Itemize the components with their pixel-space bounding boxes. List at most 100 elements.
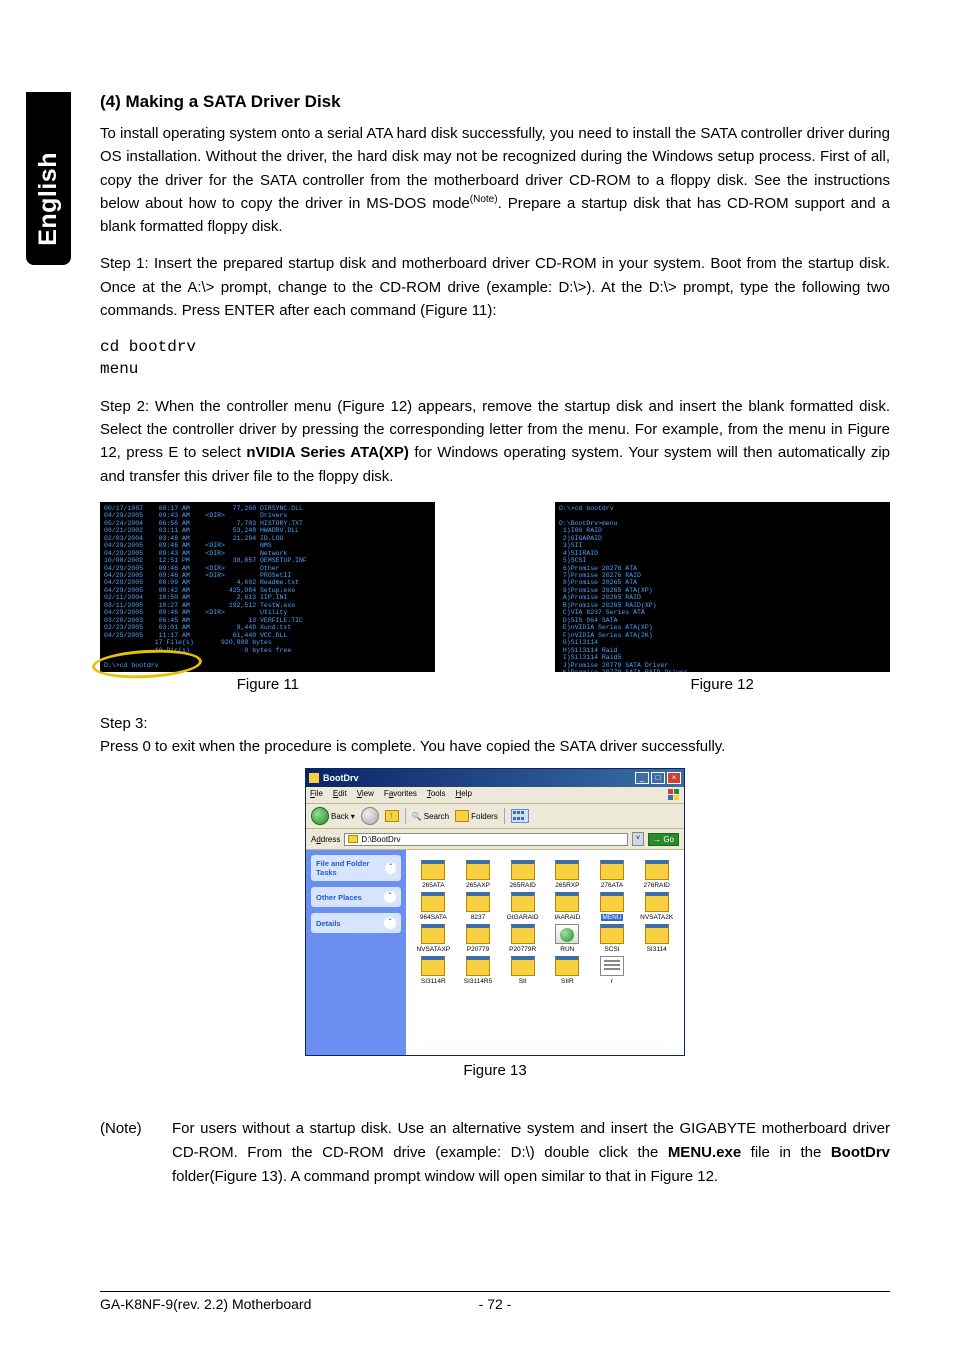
- file-item-265raid[interactable]: 265RAID: [501, 860, 544, 889]
- file-item-265axp[interactable]: 265AXP: [457, 860, 500, 889]
- file-item-8237[interactable]: 8237: [457, 892, 500, 921]
- file-item-276raid[interactable]: 276RAID: [635, 860, 678, 889]
- address-dropdown[interactable]: ˅: [632, 832, 644, 846]
- sidebar-panel-tasks[interactable]: File and Folder Tasksˇ: [311, 855, 401, 881]
- file-item-si3114r5[interactable]: SI3114R5: [457, 956, 500, 985]
- file-label: SI3114R: [421, 978, 446, 985]
- file-item-si3114r[interactable]: SI3114R: [412, 956, 455, 985]
- bold-bootdrv: BootDrv: [831, 1144, 890, 1161]
- folder-icon: [466, 860, 490, 880]
- go-button[interactable]: → Go: [648, 833, 679, 846]
- file-item-si3114[interactable]: SI3114: [635, 924, 678, 953]
- file-item-p20779[interactable]: P20779: [457, 924, 500, 953]
- explorer-body: File and Folder Tasksˇ Other Placesˇ Det…: [306, 850, 684, 1055]
- file-label: MENU: [601, 914, 622, 921]
- folder-icon: [645, 860, 669, 880]
- text-file-icon: [600, 956, 624, 976]
- menu-edit[interactable]: Edit: [333, 789, 347, 801]
- chevron-icon: ˇ: [385, 862, 396, 874]
- address-input[interactable]: D:\BootDrv: [344, 833, 628, 846]
- sidebar-panel-details[interactable]: Detailsˇ: [311, 913, 401, 933]
- menu-tools[interactable]: Tools: [427, 789, 446, 801]
- file-item-siir[interactable]: SIIR: [546, 956, 589, 985]
- page-footer: GA-K8NF-9(rev. 2.2) Motherboard - 72 -: [100, 1291, 890, 1312]
- close-button[interactable]: ×: [667, 772, 681, 784]
- view-mode-button[interactable]: [511, 809, 529, 823]
- paragraph-intro: To install operating system onto a seria…: [100, 122, 890, 238]
- maximize-button[interactable]: □: [651, 772, 665, 784]
- language-side-tab: English: [26, 92, 71, 265]
- file-item-iaaraid[interactable]: IAARAID: [546, 892, 589, 921]
- file-label: SI3114: [647, 946, 667, 953]
- folder-icon: [600, 892, 624, 912]
- folder-icon: [600, 924, 624, 944]
- folder-icon: [421, 892, 445, 912]
- command-line-1: cd bootdrv: [100, 336, 890, 358]
- file-label: 265ATA: [422, 882, 445, 889]
- file-item-menu[interactable]: MENU: [591, 892, 634, 921]
- folder-icon: [511, 924, 535, 944]
- menu-view[interactable]: View: [357, 789, 374, 801]
- file-label: NVSATAXP: [416, 946, 450, 953]
- folders-icon: [455, 810, 469, 822]
- file-label: 265RXP: [555, 882, 579, 889]
- toolbar: Back ▾ ↑ 🔍Search Folders: [306, 804, 684, 829]
- folder-icon: [421, 924, 445, 944]
- figure-labels-row: Figure 11 Figure 12: [100, 676, 890, 693]
- file-item-r[interactable]: r: [591, 956, 634, 985]
- file-item-964sata[interactable]: 964SATA: [412, 892, 455, 921]
- bold-menu-exe: MENU.exe: [668, 1144, 741, 1161]
- toolbar-separator-2: [504, 808, 505, 824]
- file-item-p20779r[interactable]: P20779R: [501, 924, 544, 953]
- chevron-icon: ˇ: [384, 917, 396, 929]
- folder-icon: [466, 956, 490, 976]
- menu-help[interactable]: Help: [456, 789, 472, 801]
- menu-favorites[interactable]: Favorites: [384, 789, 417, 801]
- section-heading: (4) Making a SATA Driver Disk: [100, 92, 890, 112]
- file-label: SII: [519, 978, 527, 985]
- file-item-sii[interactable]: SII: [501, 956, 544, 985]
- windows-flag-icon: [668, 789, 680, 801]
- explorer-icon-area: 265ATA 265AXP 265RAID 265RXP 276ATA276RAID 96…: [406, 850, 684, 1055]
- paragraph-step3: Press 0 to exit when the procedure is co…: [100, 735, 890, 758]
- folders-button[interactable]: Folders: [455, 810, 498, 822]
- file-label: 265AXP: [466, 882, 490, 889]
- folder-icon: [645, 924, 669, 944]
- file-item-265ata[interactable]: 265ATA: [412, 860, 455, 889]
- folder-icon: [466, 892, 490, 912]
- file-label: GIGARAID: [507, 914, 539, 921]
- dos-screenshot-right: D:\>cd bootdrv D:\BootDrv>menu 1)I80 RAI…: [555, 502, 890, 672]
- file-item-276ata[interactable]: 276ATA: [591, 860, 634, 889]
- up-folder-icon[interactable]: ↑: [385, 810, 399, 822]
- file-item-gigaraid[interactable]: GIGARAID: [501, 892, 544, 921]
- step3-heading: Step 3:: [100, 715, 890, 732]
- paragraph-step1: Step 1: Insert the prepared startup disk…: [100, 252, 890, 322]
- address-bar: Address D:\BootDrv ˅ → Go: [306, 829, 684, 850]
- sidebar-panel-places[interactable]: Other Placesˇ: [311, 887, 401, 907]
- minimize-button[interactable]: _: [635, 772, 649, 784]
- dos-screenshot-left: 00/17/1987 08:17 AM 77,260 DIRSYNC.DLL 0…: [100, 502, 435, 672]
- file-item-run[interactable]: RUN: [546, 924, 589, 953]
- file-label: 8237: [471, 914, 485, 921]
- file-item-nvsata2k[interactable]: NVSATA2K: [635, 892, 678, 921]
- footer-right: [555, 1296, 890, 1312]
- back-button[interactable]: Back ▾: [311, 807, 355, 825]
- file-label: P20779: [467, 946, 489, 953]
- file-label: 265RAID: [509, 882, 535, 889]
- note-label: (Note): [100, 1117, 150, 1189]
- explorer-figure-wrap: BootDrv _ □ × FFileile Edit View Favorit…: [100, 768, 890, 1079]
- folder-icon: [511, 956, 535, 976]
- file-label: r: [611, 978, 613, 985]
- file-item-nvsataxp[interactable]: NVSATAXP: [412, 924, 455, 953]
- bold-driver-name: nVIDIA Series ATA(XP): [246, 444, 409, 461]
- file-label: SIIR: [561, 978, 574, 985]
- file-item-265rxp[interactable]: 265RXP: [546, 860, 589, 889]
- folder-icon: [555, 956, 579, 976]
- menu-file[interactable]: FFileile: [310, 789, 323, 801]
- command-block: cd bootdrv menu: [100, 336, 890, 381]
- file-item-scsi[interactable]: SCSI: [591, 924, 634, 953]
- explorer-window: BootDrv _ □ × FFileile Edit View Favorit…: [305, 768, 685, 1056]
- forward-button[interactable]: [361, 807, 379, 825]
- search-button[interactable]: 🔍Search: [412, 812, 449, 821]
- window-title: BootDrv: [323, 773, 635, 783]
